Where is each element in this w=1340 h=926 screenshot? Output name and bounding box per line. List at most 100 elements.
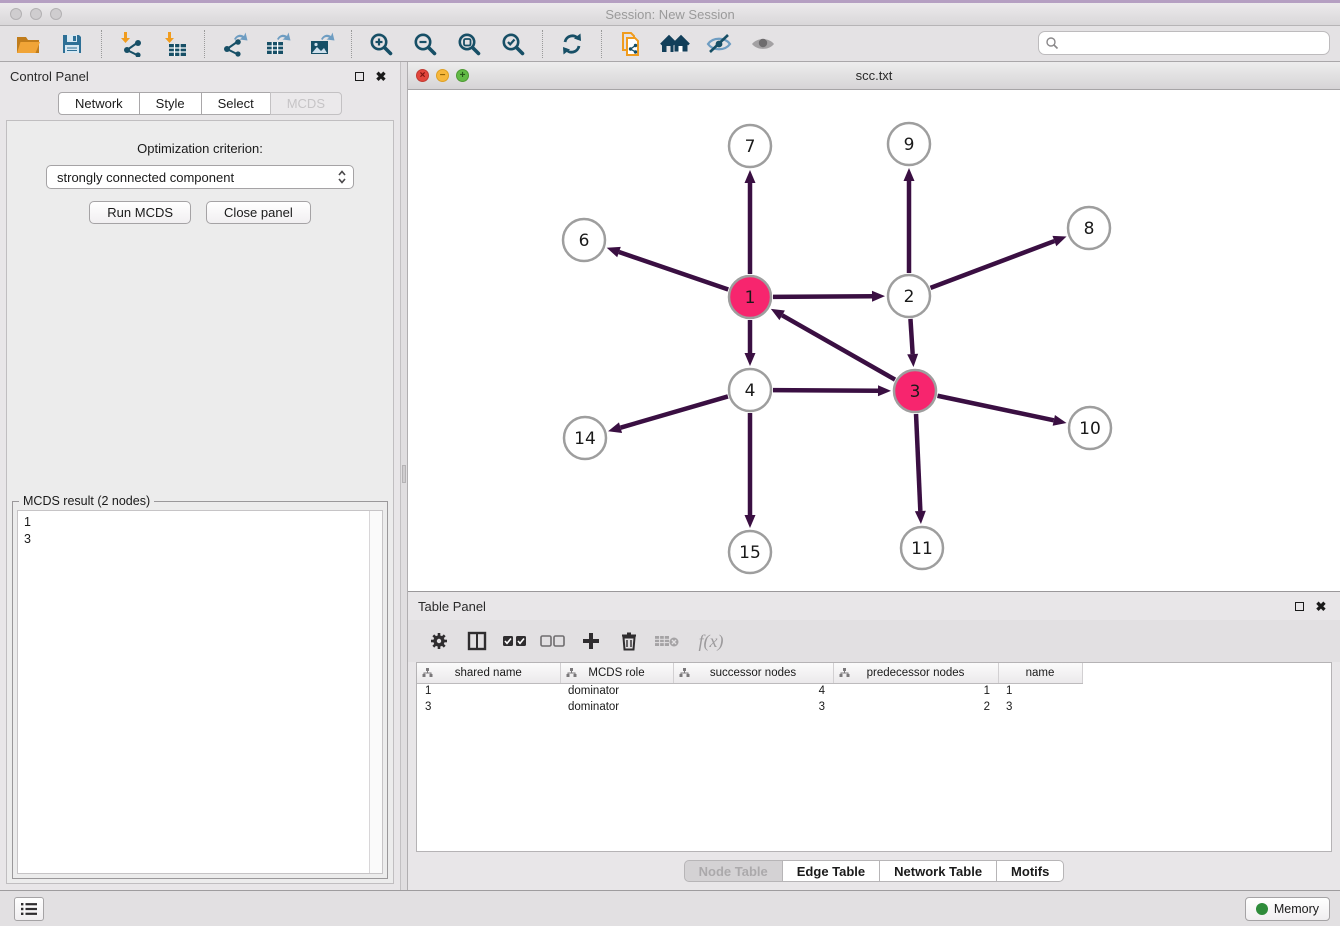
column-header-shared-name[interactable]: shared name [417,663,560,683]
column-header-predecessor-nodes[interactable]: predecessor nodes [833,663,998,683]
add-column-icon[interactable] [574,626,608,656]
open-session-icon[interactable] [6,29,50,59]
graph-node-label: 8 [1084,219,1095,239]
node-table: shared name MCDS role successor nodes [416,662,1332,852]
column-header-mcds-role[interactable]: MCDS role [560,663,673,683]
graph-edge[interactable] [621,396,728,427]
cell-successor-nodes[interactable]: 3 [673,699,833,715]
tab-node-table[interactable]: Node Table [684,860,783,882]
mcds-tab-content: Optimization criterion: strongly connect… [6,120,394,884]
cell-predecessor-nodes[interactable]: 2 [833,699,998,715]
window-titlebar: Session: New Session [0,0,1340,26]
copy-share-icon[interactable] [609,29,653,59]
network-minimize-button[interactable]: − [436,69,449,82]
hide-panels-icon[interactable] [697,29,741,59]
column-type-icon [839,668,850,678]
home-layout-icon[interactable] [653,29,697,59]
cell-mcds-role[interactable]: dominator [560,683,673,699]
task-history-button[interactable] [14,897,44,921]
tab-network[interactable]: Network [58,92,140,115]
network-window-titlebar: scc.txt × − + [408,62,1340,90]
settings-gear-icon[interactable] [422,626,456,656]
graph-edge-arrowhead [1053,415,1067,426]
save-session-icon[interactable] [50,29,94,59]
table-row[interactable]: 1 dominator 4 1 1 [417,683,1082,699]
control-panel-tabs: Network Style Select MCDS [0,92,400,115]
graph-edge[interactable] [938,396,1054,421]
refresh-view-icon[interactable] [550,29,594,59]
table-row[interactable]: 3 dominator 3 2 3 [417,699,1082,715]
tab-motifs[interactable]: Motifs [996,860,1064,882]
tab-edge-table[interactable]: Edge Table [782,860,880,882]
graph-edge[interactable] [782,315,895,379]
splitter-grip[interactable] [402,465,406,483]
graph-node-label: 9 [904,135,915,155]
list-icon [21,902,37,916]
graph-edge[interactable] [619,252,728,290]
float-table-panel-icon[interactable] [1290,597,1308,615]
cell-name[interactable]: 3 [998,699,1082,715]
tab-style[interactable]: Style [139,92,202,115]
panel-splitter[interactable] [400,62,408,890]
window-title: Session: New Session [0,7,1340,22]
table-panel: Table Panel ✖ [408,592,1340,890]
network-zoom-button[interactable]: + [456,69,469,82]
graph-edge[interactable] [931,241,1055,288]
graph-edge-arrowhead [878,385,891,396]
cell-mcds-role[interactable]: dominator [560,699,673,715]
search-input[interactable] [1063,36,1329,50]
column-header-name[interactable]: name [998,663,1082,683]
network-canvas[interactable]: 7968124314101511 [408,90,1340,591]
cell-predecessor-nodes[interactable]: 1 [833,683,998,699]
cell-name[interactable]: 1 [998,683,1082,699]
tab-mcds[interactable]: MCDS [270,92,342,115]
graph-edge[interactable] [773,390,878,391]
select-all-checkboxes-icon[interactable] [498,626,532,656]
tab-network-table[interactable]: Network Table [879,860,997,882]
cell-successor-nodes[interactable]: 4 [673,683,833,699]
graph-node-label: 3 [910,382,921,402]
delete-column-icon[interactable] [612,626,646,656]
tab-select[interactable]: Select [201,92,271,115]
status-bar: Memory [0,890,1340,926]
export-table-icon[interactable] [256,29,300,59]
graph-edge[interactable] [916,414,920,511]
graph-edge[interactable] [773,296,872,297]
zoom-out-icon[interactable] [403,29,447,59]
toolbar-separator [204,30,205,58]
function-builder-icon: f(x) [688,626,734,656]
criterion-dropdown-value: strongly connected component [57,170,337,185]
criterion-dropdown[interactable]: strongly connected component [46,165,354,189]
cell-shared-name[interactable]: 3 [417,699,560,715]
application-window: Session: New Session [0,0,1340,926]
show-panels-icon[interactable] [741,29,785,59]
column-type-icon [422,668,433,678]
cell-shared-name[interactable]: 1 [417,683,560,699]
search-icon [1045,36,1059,50]
result-scrollbar[interactable] [369,511,382,873]
import-table-icon[interactable] [153,29,197,59]
column-header-successor-nodes[interactable]: successor nodes [673,663,833,683]
zoom-in-icon[interactable] [359,29,403,59]
import-network-icon[interactable] [109,29,153,59]
export-image-icon[interactable] [300,29,344,59]
close-panel-icon[interactable]: ✖ [372,67,390,85]
graph-edge-arrowhead [607,247,621,257]
deselect-all-checkboxes-icon[interactable] [536,626,570,656]
graph-node-label: 10 [1079,419,1101,439]
float-panel-icon[interactable] [350,67,368,85]
network-close-button[interactable]: × [416,69,429,82]
export-network-icon[interactable] [212,29,256,59]
network-view-window: scc.txt × − + 7968124314101511 [408,62,1340,592]
column-selector-icon[interactable] [460,626,494,656]
graph-edge[interactable] [910,319,912,354]
network-graph[interactable]: 7968124314101511 [408,90,1340,592]
graph-node-label: 1 [745,288,756,308]
search-field[interactable] [1038,31,1330,55]
close-panel-button[interactable]: Close panel [206,201,311,224]
zoom-selected-icon[interactable] [491,29,535,59]
close-table-panel-icon[interactable]: ✖ [1312,597,1330,615]
run-mcds-button[interactable]: Run MCDS [89,201,191,224]
zoom-fit-icon[interactable] [447,29,491,59]
memory-button[interactable]: Memory [1245,897,1330,921]
